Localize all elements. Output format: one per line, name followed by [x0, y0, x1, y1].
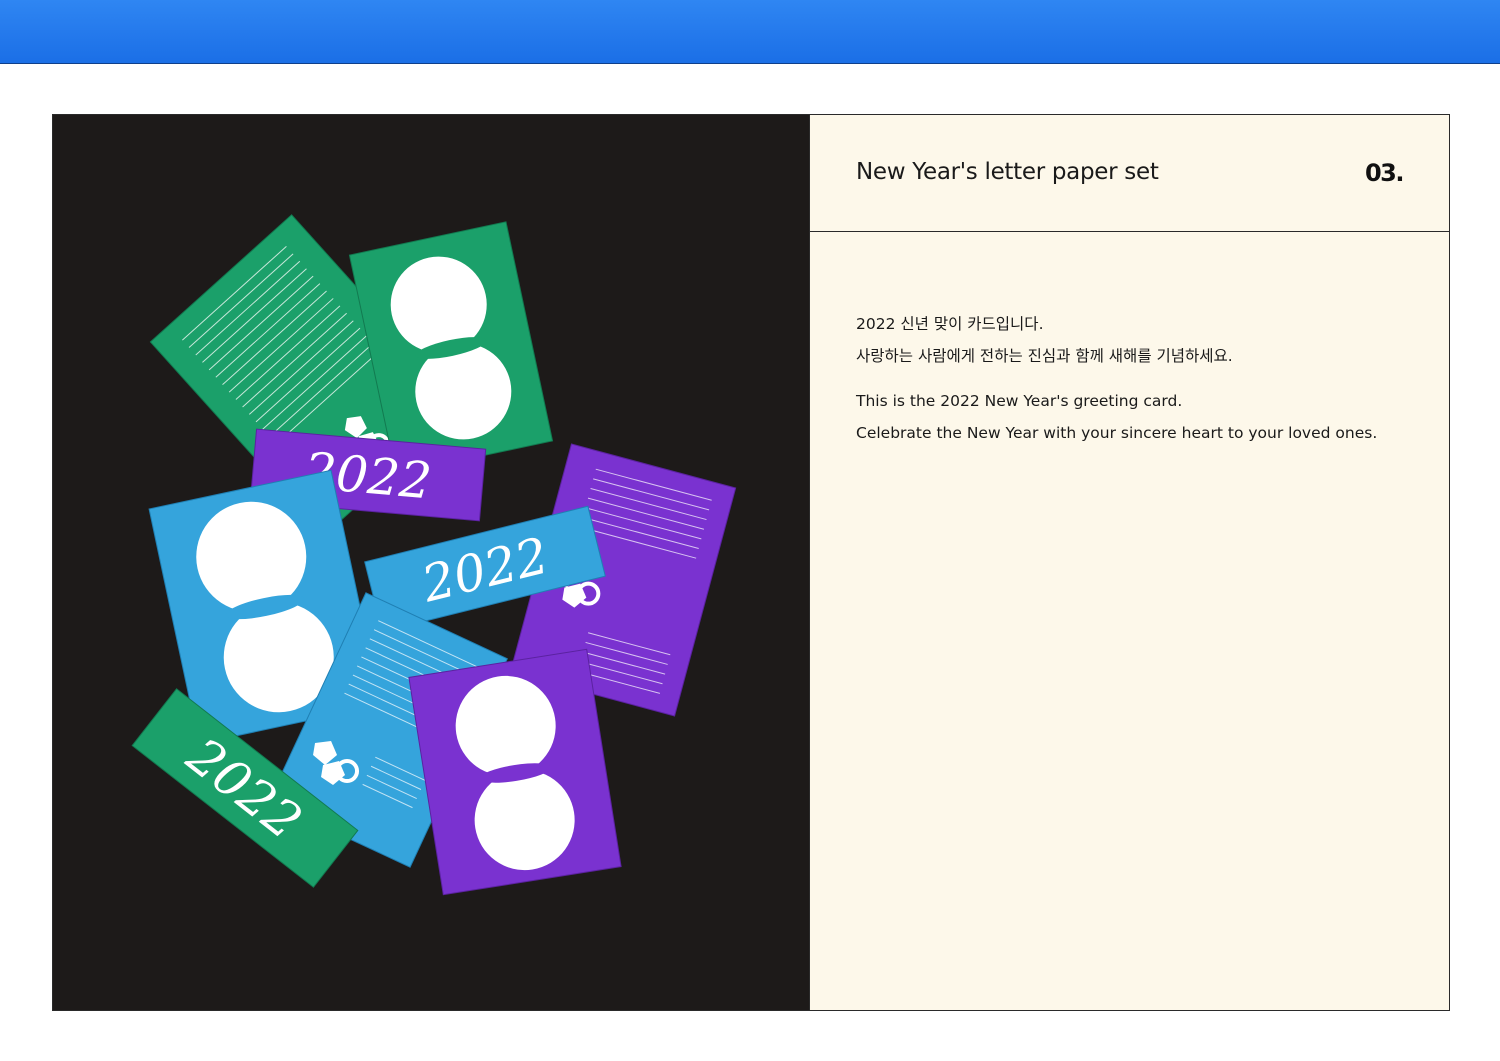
- english-line-1: This is the 2022 New Year's greeting car…: [856, 392, 1183, 410]
- panel-body: 2022 신년 맞이 카드입니다. 사랑하는 사람에게 전하는 진심과 함께 새…: [856, 308, 1416, 449]
- korean-line-2: 사랑하는 사람에게 전하는 진심과 함께 새해를 기념하세요.: [856, 347, 1233, 365]
- panel-title: New Year's letter paper set: [856, 159, 1159, 185]
- panel-header: New Year's letter paper set 03.: [810, 115, 1449, 232]
- section-number: 03.: [1364, 159, 1405, 187]
- purple-eight-card: [408, 648, 622, 896]
- english-line-2: Celebrate the New Year with your sincere…: [856, 424, 1378, 442]
- description-panel: New Year's letter paper set 03. 2022 신년 …: [809, 115, 1449, 1010]
- product-photo: 2022 2022 2022: [53, 115, 809, 1010]
- korean-line-1: 2022 신년 맞이 카드입니다.: [856, 315, 1044, 333]
- top-banner: [0, 0, 1500, 64]
- content-frame: 2022 2022 2022 New Year's letter paper s…: [52, 114, 1450, 1011]
